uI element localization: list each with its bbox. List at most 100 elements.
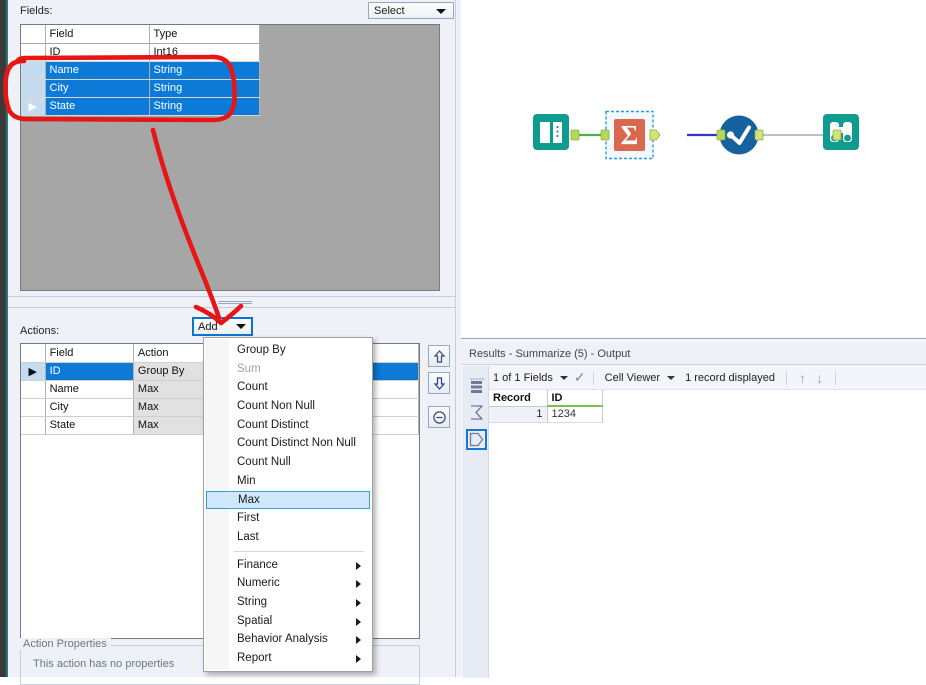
toolbar-separator	[592, 370, 594, 385]
add-button[interactable]: Add	[192, 317, 253, 336]
workflow-canvas-surface[interactable]: Σ	[465, 0, 926, 338]
table-row[interactable]: 1 1234	[489, 406, 603, 423]
results-rail	[463, 366, 489, 678]
sigma-glyph-icon	[471, 405, 483, 420]
panel-splitter[interactable]	[8, 296, 460, 308]
move-down-button[interactable]	[428, 372, 450, 394]
chevron-right-icon	[356, 655, 361, 663]
menu-item-last[interactable]: Last	[204, 528, 372, 547]
chevron-down-icon	[436, 9, 446, 14]
fields-table-header-row: Field Type	[21, 25, 260, 44]
menu-item-count-null[interactable]: Count Null	[204, 453, 372, 472]
row-marker	[21, 79, 46, 98]
summarize-tool[interactable]: Σ	[605, 110, 654, 160]
list-icon	[471, 381, 482, 393]
results-table: Record ID 1 1234	[489, 390, 603, 423]
fields-table: Field Type ID Int16 Name String City Str…	[21, 25, 260, 116]
row-field: State	[45, 416, 134, 435]
input-data-output-anchor[interactable]	[570, 129, 580, 141]
menu-item-count-distinct-non-null[interactable]: Count Distinct Non Null	[204, 434, 372, 453]
menu-item-label: Last	[237, 530, 259, 543]
toolbar-separator	[785, 370, 787, 385]
table-row[interactable]: Name String	[21, 61, 260, 80]
move-up-button[interactable]	[428, 345, 450, 367]
row-field: Name	[45, 61, 150, 80]
sigma-icon[interactable]	[466, 402, 487, 423]
menu-item-count-non-null[interactable]: Count Non Null	[204, 397, 372, 416]
menu-item-count-distinct[interactable]: Count Distinct	[204, 416, 372, 435]
menu-item-max[interactable]: Max	[206, 490, 370, 510]
select-dropdown[interactable]: Select	[368, 2, 454, 19]
workflow-canvas[interactable]: Σ	[461, 0, 926, 338]
table-row[interactable]: City String	[21, 79, 260, 98]
menu-item-count[interactable]: Count	[204, 378, 372, 397]
menu-item-string[interactable]: String	[204, 593, 372, 612]
menu-item-behavior-analysis[interactable]: Behavior Analysis	[204, 630, 372, 649]
browse-input-anchor[interactable]	[832, 129, 842, 141]
svg-text:Σ: Σ	[621, 120, 639, 150]
record-count-label: 1 record displayed	[685, 371, 775, 384]
menu-item-label: Group By	[237, 344, 286, 356]
add-button-label: Add	[198, 320, 218, 333]
menu-separator	[234, 550, 364, 552]
chevron-down-icon[interactable]	[559, 375, 568, 380]
select-input-anchor[interactable]	[716, 129, 726, 141]
actions-col-field: Field	[45, 344, 134, 363]
row-marker-arrow: ▶	[21, 362, 46, 381]
menu-item-label: Finance	[237, 558, 278, 571]
cell-record: 1	[489, 406, 548, 423]
menu-item-label: Sum	[237, 362, 261, 375]
fields-selector[interactable]: 1 of 1 Fields	[489, 372, 557, 384]
table-row[interactable]: ID Int16	[21, 43, 260, 62]
cell-id[interactable]: 1234	[547, 406, 603, 423]
row-marker	[21, 43, 46, 62]
input-data-tool[interactable]	[533, 114, 569, 150]
select-output-anchor[interactable]	[754, 129, 764, 141]
menu-item-group-by[interactable]: Group By	[204, 341, 372, 360]
results-header-row: Record ID	[489, 390, 603, 407]
results-grid[interactable]: Record ID 1 1234	[489, 390, 926, 678]
select-dropdown-label: Select	[374, 4, 405, 17]
pentagon-icon	[469, 432, 484, 447]
results-title: Results - Summarize (5) - Output	[461, 343, 926, 365]
checkmark-icon[interactable]: ✓	[574, 369, 586, 386]
menu-item-numeric[interactable]: Numeric	[204, 574, 372, 593]
summarize-input-anchor[interactable]	[600, 129, 610, 141]
config-list-icon[interactable]	[466, 376, 487, 397]
chevron-right-icon	[356, 580, 361, 589]
menu-item-label: First	[237, 512, 260, 525]
arrow-up-icon[interactable]: ↑	[794, 370, 811, 386]
menu-item-label: Count Null	[237, 456, 291, 469]
chevron-down-icon[interactable]	[667, 375, 676, 380]
menu-item-report[interactable]: Report	[204, 649, 372, 668]
arrow-down-icon[interactable]: ↓	[811, 370, 828, 386]
output-anchor-icon[interactable]	[466, 429, 487, 450]
row-type: String	[149, 97, 260, 116]
fields-col-marker	[21, 25, 46, 44]
row-type: String	[149, 61, 260, 80]
add-action-menu: Group By Sum Count Count Non Null Count …	[203, 337, 373, 672]
splitter-grip	[218, 301, 252, 304]
menu-item-label: Numeric	[237, 577, 280, 590]
fields-col-field: Field	[45, 25, 150, 44]
summarize-output-anchor[interactable]	[649, 129, 661, 141]
menu-item-spatial[interactable]: Spatial	[204, 612, 372, 631]
cell-viewer-selector[interactable]: Cell Viewer	[601, 372, 664, 384]
results-panel: Results - Summarize (5) - Output 1 of 1 …	[461, 338, 926, 678]
row-marker-arrow: ▶	[21, 97, 46, 116]
remove-button[interactable]	[428, 406, 450, 428]
table-row[interactable]: ▶ State String	[21, 97, 260, 116]
results-toolbar: 1 of 1 Fields ✓ Cell Viewer 1 record dis…	[489, 366, 926, 390]
row-field: Name	[45, 380, 134, 399]
action-properties-legend: Action Properties	[19, 638, 111, 650]
menu-item-finance[interactable]: Finance	[204, 556, 372, 575]
menu-item-sum: Sum	[204, 360, 372, 379]
row-marker	[21, 61, 46, 80]
row-marker	[21, 398, 46, 417]
chevron-right-icon	[356, 617, 361, 626]
chevron-down-icon	[236, 324, 246, 329]
menu-item-min[interactable]: Min	[204, 472, 372, 491]
fields-grid[interactable]: Field Type ID Int16 Name String City Str…	[20, 24, 440, 291]
menu-item-first[interactable]: First	[204, 509, 372, 528]
workflow-diagram: Σ	[533, 110, 859, 160]
